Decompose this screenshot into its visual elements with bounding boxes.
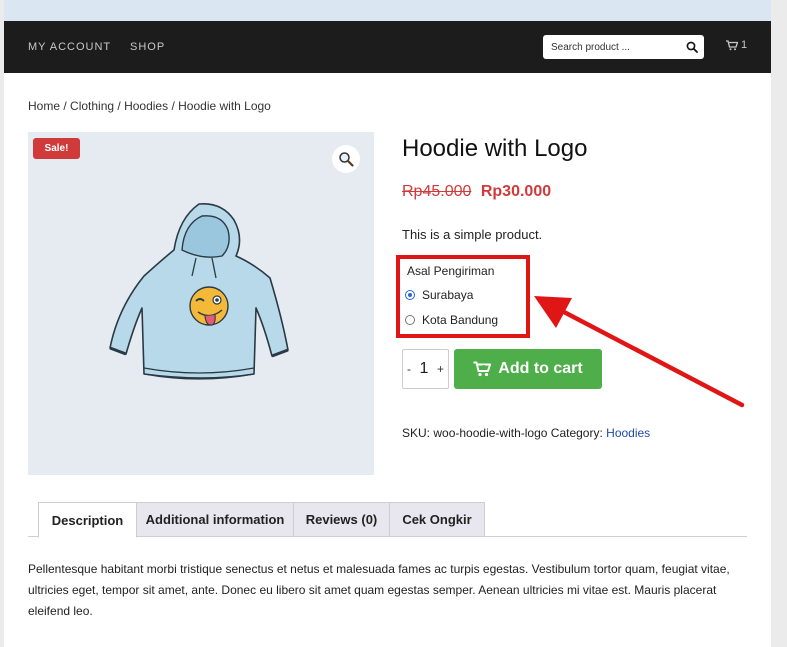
origin-option-surabaya[interactable]: Surabaya: [405, 288, 473, 302]
product-price: Rp45.000 Rp30.000: [402, 183, 551, 201]
origin-option-label: Surabaya: [422, 288, 474, 302]
breadcrumb: Home / Clothing / Hoodies / Hoodie with …: [28, 99, 271, 113]
quantity-stepper[interactable]: - 1 +: [402, 349, 449, 389]
top-band: [4, 0, 771, 21]
tab-additional-information[interactable]: Additional information: [136, 502, 294, 537]
quantity-decrement[interactable]: -: [407, 362, 411, 376]
tab-cek-ongkir[interactable]: Cek Ongkir: [389, 502, 485, 537]
cart-link[interactable]: 1: [726, 39, 747, 51]
nav-shop[interactable]: SHOP: [130, 41, 165, 53]
quantity-value[interactable]: 1: [420, 360, 429, 378]
hoodie-image: [109, 203, 289, 380]
tab-description[interactable]: Description: [38, 502, 137, 538]
price-sale: Rp30.000: [480, 183, 552, 200]
breadcrumb-home[interactable]: Home: [28, 99, 60, 113]
origin-radio-surabaya[interactable]: [405, 290, 415, 300]
product-title: Hoodie with Logo: [402, 135, 588, 162]
breadcrumb-current: Hoodie with Logo: [178, 99, 271, 113]
magnifier-icon: [339, 152, 354, 167]
add-to-cart-button[interactable]: Add to cart: [454, 349, 602, 389]
nav-my-account[interactable]: MY ACCOUNT: [28, 41, 111, 53]
shipping-origin-box: Asal Pengiriman Surabaya Kota Bandung: [396, 255, 530, 338]
breadcrumb-hoodies[interactable]: Hoodies: [124, 99, 168, 113]
cart-plus-icon: [473, 361, 492, 377]
breadcrumb-clothing[interactable]: Clothing: [70, 99, 114, 113]
search-box: [543, 35, 704, 59]
origin-option-label: Kota Bandung: [422, 313, 499, 327]
breadcrumb-separator: /: [60, 99, 71, 113]
tab-reviews[interactable]: Reviews (0): [293, 502, 390, 537]
quantity-increment[interactable]: +: [437, 362, 444, 376]
add-to-cart-label: Add to cart: [498, 360, 583, 377]
product-meta: SKU: woo-hoodie-with-logo Category: Hood…: [402, 426, 650, 440]
origin-option-kota-bandung[interactable]: Kota Bandung: [405, 313, 498, 327]
product-short-description: This is a simple product.: [402, 227, 543, 242]
main-nav: MY ACCOUNT SHOP 1: [4, 21, 771, 73]
price-original: Rp45.000: [402, 183, 472, 200]
shipping-origin-label: Asal Pengiriman: [407, 264, 495, 278]
search-icon[interactable]: [686, 41, 698, 53]
search-input[interactable]: [543, 35, 678, 59]
breadcrumb-separator: /: [168, 99, 179, 113]
origin-radio-kota-bandung[interactable]: [405, 315, 415, 325]
description-text: Pellentesque habitant morbi tristique se…: [28, 562, 730, 618]
sale-badge: Sale!: [33, 138, 80, 159]
sku-value: woo-hoodie-with-logo: [433, 426, 548, 440]
breadcrumb-separator: /: [114, 99, 125, 113]
cart-count: 1: [741, 39, 748, 51]
category-link[interactable]: Hoodies: [606, 426, 650, 440]
sku-label: SKU:: [402, 426, 431, 440]
product-gallery[interactable]: Sale!: [28, 132, 374, 475]
page: MY ACCOUNT SHOP 1 Home / Clothing / Hood…: [4, 0, 771, 647]
category-label: Category:: [550, 426, 603, 440]
zoom-button[interactable]: [332, 145, 360, 173]
cart-icon: [726, 39, 738, 50]
